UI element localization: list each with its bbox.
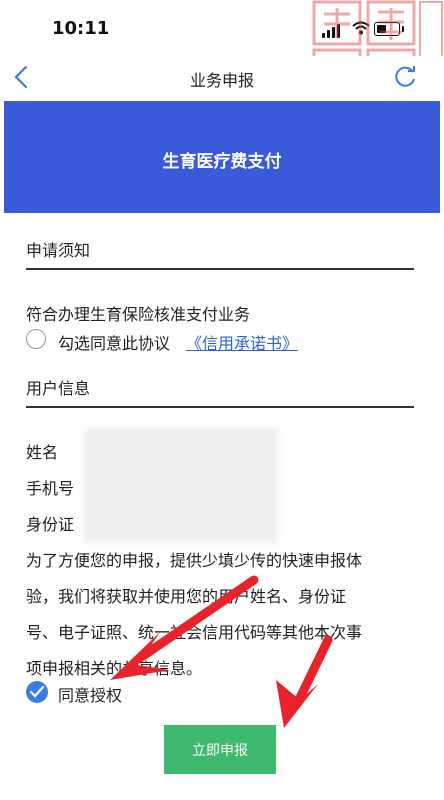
authorize-checkbox[interactable] [26, 681, 48, 703]
credit-commitment-link[interactable]: 《信用承诺书》 [186, 330, 298, 354]
battery-icon [374, 22, 404, 36]
privacy-notice-line: 项申报相关的共享信息。 [26, 659, 203, 678]
banner-title: 生育医疗费支付 [162, 152, 282, 172]
submit-application-button[interactable]: 立即申报 [164, 725, 276, 774]
agree-agreement-label: 勾选同意此协议 [58, 334, 171, 353]
service-banner: 生育医疗费支付 [4, 101, 440, 213]
wifi-icon [352, 21, 370, 35]
authorize-label: 同意授权 [58, 686, 123, 705]
section-heading-application-notice: 申请须知 [26, 241, 91, 260]
section-heading-user-info: 用户信息 [26, 379, 91, 398]
field-label-id-card: 身份证 [26, 515, 75, 534]
notice-description: 符合办理生育保险核准支付业务 [26, 305, 251, 324]
refresh-icon[interactable] [392, 64, 418, 90]
field-label-name: 姓名 [26, 443, 59, 462]
check-icon [30, 686, 44, 698]
privacy-notice-line: 号、电子证照、统一社会信用代码等其他本次事 [26, 623, 363, 642]
status-bar: 10:11 [0, 0, 444, 56]
divider [26, 406, 414, 408]
nav-bar: 业务申报 [0, 56, 444, 100]
redacted-user-values [84, 428, 278, 543]
agree-agreement-radio[interactable] [26, 329, 46, 349]
page-title: 业务申报 [189, 71, 254, 90]
privacy-notice-line: 为了方便您的申报，提供少填少传的快速申报体 [26, 551, 363, 570]
red-arrow-icon [276, 635, 333, 728]
privacy-notice-line: 验，我们将获取并使用您的用户姓名、身份证 [26, 587, 347, 606]
status-time: 10:11 [52, 18, 110, 39]
cellular-signal-icon [322, 24, 344, 38]
divider [26, 268, 414, 270]
field-label-phone: 手机号 [26, 479, 75, 498]
